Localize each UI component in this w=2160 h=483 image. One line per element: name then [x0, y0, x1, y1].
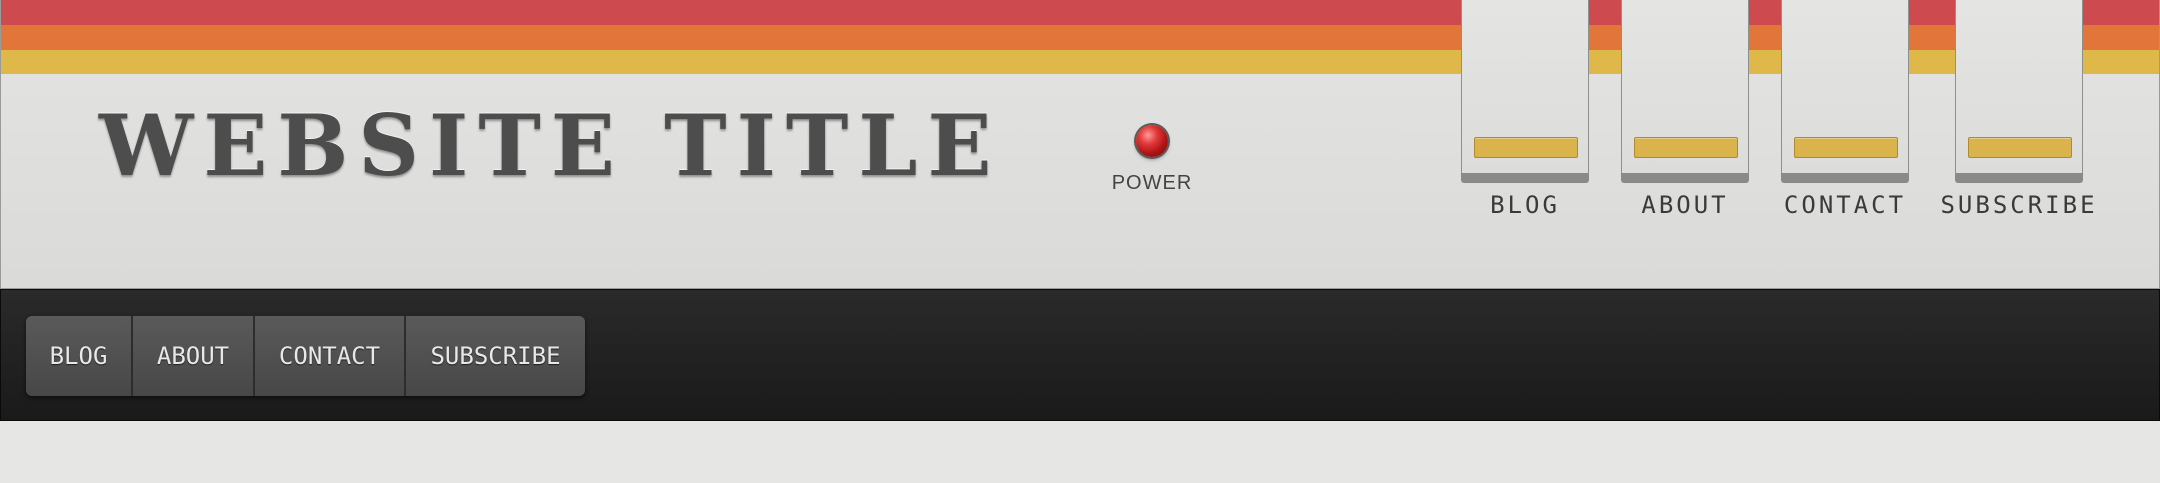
switch-base	[1781, 173, 1909, 183]
nav-item-subscribe[interactable]: SUBSCRIBE	[406, 316, 585, 396]
site-title: WEBSITE TITLE	[99, 96, 1002, 195]
switch-subscribe[interactable]	[1955, 0, 2083, 183]
header: WEBSITE TITLE POWER BLOG ABOUT CONTACT S…	[0, 0, 2160, 289]
switch-label-contact[interactable]: CONTACT	[1771, 191, 1919, 219]
switch-slot	[1794, 137, 1898, 158]
switch-blog[interactable]	[1461, 0, 1589, 183]
power-label: POWER	[1111, 172, 1193, 194]
power-led-icon	[1136, 125, 1168, 157]
switch-label-subscribe[interactable]: SUBSCRIBE	[1933, 191, 2105, 219]
switch-label-about[interactable]: ABOUT	[1621, 191, 1749, 219]
switch-base	[1955, 173, 2083, 183]
nav-item-blog[interactable]: BLOG	[26, 316, 133, 396]
nav-item-contact[interactable]: CONTACT	[255, 316, 406, 396]
switch-base	[1621, 173, 1749, 183]
switch-slot	[1634, 137, 1738, 158]
nav-button-group: BLOG ABOUT CONTACT SUBSCRIBE	[26, 316, 585, 396]
switch-slot	[1474, 137, 1578, 158]
nav-item-about[interactable]: ABOUT	[133, 316, 255, 396]
switch-slot	[1968, 137, 2072, 158]
switch-base	[1461, 173, 1589, 183]
switch-label-blog[interactable]: BLOG	[1461, 191, 1589, 219]
navbar: BLOG ABOUT CONTACT SUBSCRIBE	[0, 289, 2160, 421]
switch-about[interactable]	[1621, 0, 1749, 183]
switch-contact[interactable]	[1781, 0, 1909, 183]
